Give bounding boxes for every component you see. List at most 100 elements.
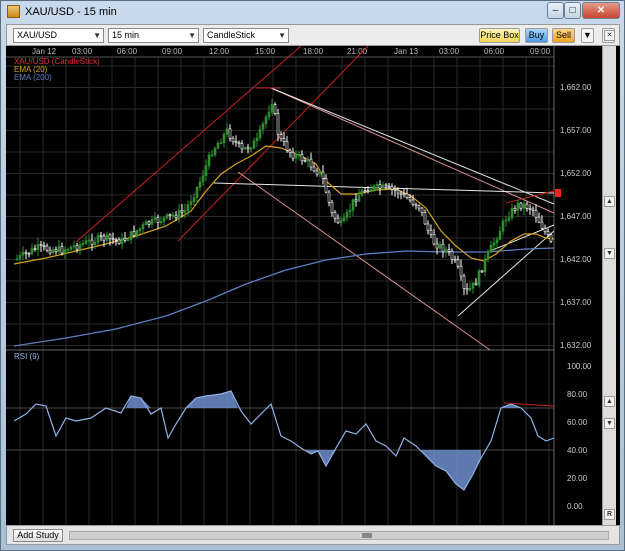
rsi-tick: 20.00 — [567, 474, 588, 483]
candle-body — [90, 239, 94, 246]
rsi-overbought-fill — [126, 391, 536, 408]
candle-body — [252, 140, 256, 149]
candle-body — [189, 201, 193, 205]
scroll-down-icon[interactable]: ▼ — [604, 418, 615, 429]
time-label: 03:00 — [439, 47, 460, 56]
candle-body — [381, 184, 385, 189]
candle-body — [54, 249, 58, 253]
scroll-grip[interactable] — [362, 533, 372, 538]
candle-body — [330, 202, 334, 213]
candle-body — [42, 244, 46, 247]
candle-body — [417, 205, 421, 209]
minimize-button[interactable]: – — [547, 2, 564, 19]
candle-body — [234, 141, 238, 143]
chevron-down-icon: ▼ — [93, 31, 101, 40]
chart-area[interactable]: Jan 12 03:00 06:00 09:00 12:00 15:00 18:… — [6, 45, 620, 525]
close-icon[interactable]: ✕ — [604, 30, 615, 41]
chart-style-dropdown[interactable]: CandleStick ▼ — [203, 28, 289, 43]
candle-body — [183, 210, 187, 213]
time-label: 21:00 — [347, 47, 368, 56]
close-button[interactable]: ✕ — [582, 2, 620, 19]
buy-button[interactable]: Buy — [525, 28, 548, 43]
candle-body — [282, 138, 286, 142]
candle-body — [150, 219, 154, 225]
candle-body — [525, 203, 529, 209]
candle-body — [195, 187, 199, 198]
candle-body — [105, 234, 109, 241]
maximize-button[interactable]: □ — [564, 2, 581, 19]
candle-body — [435, 243, 439, 249]
timeframe-dropdown[interactable]: 15 min ▼ — [108, 28, 199, 43]
candle-body — [480, 270, 484, 273]
timeframe-value: 15 min — [112, 30, 140, 40]
candle-body — [312, 166, 316, 172]
candle-body — [147, 221, 151, 225]
candle-body — [303, 160, 307, 162]
candle-body — [456, 259, 460, 267]
candle-body — [375, 184, 379, 187]
candle-body — [198, 181, 202, 188]
dropdown-icon[interactable]: ▼ — [581, 28, 594, 43]
candle-body — [288, 149, 292, 153]
candle-body — [258, 128, 262, 139]
candle-body — [321, 171, 325, 179]
scroll-up-icon[interactable]: ▲ — [604, 396, 615, 407]
candle-body — [513, 208, 517, 211]
scroll-down-icon[interactable]: ▼ — [604, 248, 615, 259]
rsi-line — [13, 390, 555, 491]
rsi-label: RSI (9) — [14, 352, 40, 361]
candle-body — [93, 241, 97, 246]
sell-button[interactable]: Sell — [552, 28, 575, 43]
candle-body — [156, 217, 160, 223]
candle-body — [519, 202, 523, 209]
symbol-dropdown[interactable]: XAU/USD ▼ — [13, 28, 104, 43]
chevron-down-icon: ▼ — [188, 31, 196, 40]
rsi-tick: 0.00 — [567, 502, 583, 511]
scroll-up-icon[interactable]: ▲ — [604, 196, 615, 207]
candle-body — [96, 235, 100, 243]
candle-body — [180, 209, 184, 213]
candle-body — [99, 235, 103, 237]
candle-body — [378, 184, 382, 189]
window-title: XAU/USD - 15 min — [25, 6, 117, 18]
candle-body — [510, 208, 514, 219]
app-icon — [7, 5, 20, 18]
candle-body — [489, 244, 493, 253]
time-label: 09:00 — [162, 47, 183, 56]
candle-body — [192, 197, 196, 203]
candle-body — [48, 249, 52, 254]
candle-body — [159, 221, 163, 223]
horizontal-scrollbar[interactable] — [69, 531, 609, 540]
candle-body — [315, 170, 319, 175]
candle-body — [210, 154, 214, 157]
reset-icon[interactable]: R — [604, 509, 615, 520]
candle-body — [30, 248, 34, 254]
candle-body — [333, 212, 337, 219]
candle-body — [327, 191, 331, 203]
chevron-down-icon: ▼ — [278, 31, 286, 40]
rsi-tick: 40.00 — [567, 446, 588, 455]
app-window: XAU/USD - 15 min – □ ✕ XAU/USD ▼ 15 min ▼ … — [0, 0, 625, 551]
candle-body — [186, 204, 190, 211]
price-tick: 1,632.00 — [560, 341, 592, 350]
candle-body — [423, 212, 427, 225]
vertical-scrollbar[interactable]: ✕ ▲ ▼ ▲ ▼ R — [602, 30, 616, 525]
candle-body — [429, 229, 433, 235]
candle-body — [162, 217, 166, 222]
candle-body — [36, 244, 40, 250]
price-box-button[interactable]: Price Box — [479, 28, 520, 43]
candle-body — [57, 246, 61, 253]
price-tick: 1,652.00 — [560, 169, 592, 178]
candle-body — [396, 189, 400, 194]
candle-body — [393, 189, 397, 191]
bottom-bar: Add Study — [6, 525, 620, 545]
candle-body — [411, 199, 415, 205]
candle-body — [171, 214, 175, 217]
candle-body — [144, 221, 148, 225]
add-study-button[interactable]: Add Study — [13, 529, 63, 542]
candle-body — [225, 128, 229, 135]
candle-body — [138, 228, 142, 232]
candle-body — [309, 158, 313, 168]
time-label: 03:00 — [72, 47, 93, 56]
candle-body — [336, 217, 340, 223]
